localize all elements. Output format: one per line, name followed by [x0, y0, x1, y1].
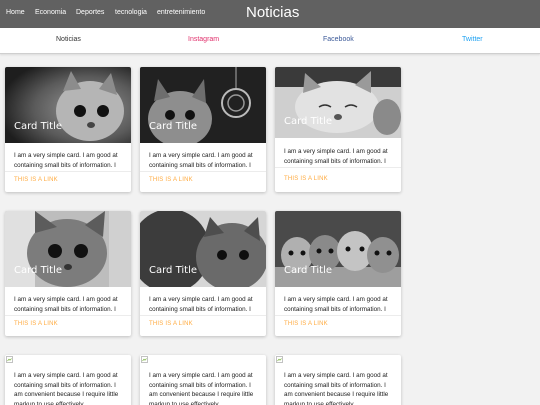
tab-twitter[interactable]: Twitter	[462, 36, 483, 43]
card-title: Card Title	[284, 265, 333, 276]
brand-logo[interactable]: Noticias	[246, 4, 299, 21]
kitten-photo: Card Title	[5, 211, 131, 287]
card-divider	[5, 315, 131, 316]
card-text: I am a very simple card. I am good at co…	[14, 296, 118, 313]
card-text: I am a very simple card. I am good at co…	[284, 372, 389, 405]
card-text: I am a very simple card. I am good at co…	[14, 152, 118, 169]
nav-deportes-link[interactable]: Deportes	[76, 9, 104, 16]
card-link[interactable]: THIS IS A LINK	[149, 177, 193, 183]
card-title: Card Title	[14, 265, 63, 276]
card-title: Card Title	[149, 265, 198, 276]
card-text: I am a very simple card. I am good at co…	[149, 372, 254, 405]
card-link[interactable]: THIS IS A LINK	[14, 177, 58, 183]
card-text: I am a very simple card. I am good at co…	[284, 296, 388, 313]
sleeping-kitten-photo: Card Title	[275, 67, 401, 138]
tab-instagram[interactable]: Instagram	[188, 36, 219, 43]
nav-tecnologia-link[interactable]: tecnologia	[115, 9, 147, 16]
image-card: Card Title I am a very simple card. I am…	[5, 211, 131, 336]
card-divider	[140, 171, 266, 172]
kitten-closeup-photo: Card Title	[140, 211, 266, 287]
card-divider	[140, 315, 266, 316]
card-text: I am a very simple card. I am good at co…	[149, 296, 253, 313]
card-text: I am a very simple card. I am good at co…	[14, 372, 119, 405]
tab-bar: Noticias Instagram Facebook Twitter	[0, 28, 540, 54]
card-divider	[275, 315, 401, 316]
card-divider	[275, 167, 401, 168]
broken-image-icon	[276, 356, 283, 363]
card-link[interactable]: THIS IS A LINK	[14, 321, 58, 327]
card-divider	[5, 171, 131, 172]
text-card: I am a very simple card. I am good at co…	[5, 355, 131, 405]
text-card: I am a very simple card. I am good at co…	[275, 355, 401, 405]
kitten-photo: Card Title	[5, 67, 131, 143]
card-link[interactable]: THIS IS A LINK	[149, 321, 193, 327]
top-navbar: Home Economia Deportes tecnologia entret…	[0, 0, 540, 28]
card-text: I am a very simple card. I am good at co…	[284, 148, 388, 165]
card-link[interactable]: THIS IS A LINK	[284, 321, 328, 327]
image-card: Card Title I am a very simple card. I am…	[275, 211, 401, 336]
text-card: I am a very simple card. I am good at co…	[140, 355, 266, 405]
tab-noticias[interactable]: Noticias	[56, 36, 81, 43]
nav-economia-link[interactable]: Economia	[35, 9, 66, 16]
nav-home-link[interactable]: Home	[6, 9, 25, 16]
card-text: I am a very simple card. I am good at co…	[149, 152, 253, 169]
broken-image-icon	[6, 356, 13, 363]
card-title: Card Title	[284, 116, 333, 127]
kittens-group-photo: Card Title	[275, 211, 401, 287]
broken-image-icon	[141, 356, 148, 363]
tab-facebook[interactable]: Facebook	[323, 36, 354, 43]
kitten-with-ball-photo: Card Title	[140, 67, 266, 143]
card-title: Card Title	[149, 121, 198, 132]
image-card: Card Title I am a very simple card. I am…	[140, 67, 266, 192]
card-title: Card Title	[14, 121, 63, 132]
nav-entretenimiento-link[interactable]: entretenimiento	[157, 9, 205, 16]
image-card: Card Title I am a very simple card. I am…	[275, 67, 401, 192]
image-card: Card Title I am a very simple card. I am…	[140, 211, 266, 336]
card-link[interactable]: THIS IS A LINK	[284, 176, 328, 182]
image-card: Card Title I am a very simple card. I am…	[5, 67, 131, 192]
